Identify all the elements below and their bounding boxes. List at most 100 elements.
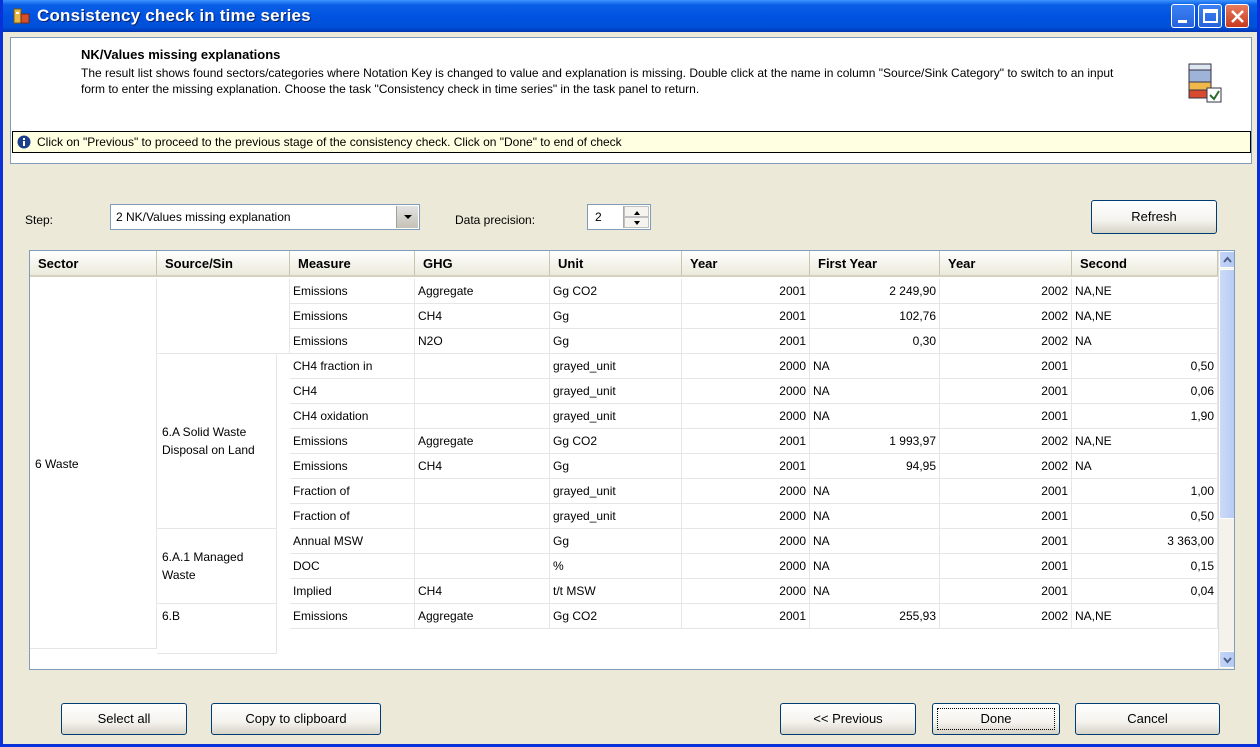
grid-cell: Gg xyxy=(550,454,682,479)
grid-cell: 0,50 xyxy=(1072,504,1218,529)
step-label: Step: xyxy=(25,213,54,227)
dialog-window: Consistency check in time series NK/Valu… xyxy=(0,0,1260,747)
grid-cell: 2001 xyxy=(940,579,1072,604)
grid-cell: 2002 xyxy=(940,279,1072,304)
column-header[interactable]: Second xyxy=(1072,251,1218,277)
grid-cell: Gg xyxy=(550,304,682,329)
grid-cell: 2000 xyxy=(682,529,810,554)
grid-cell: Fraction of xyxy=(290,479,415,504)
grid-cell: Emissions xyxy=(290,279,415,304)
grid-cell: 2001 xyxy=(682,454,810,479)
app-icon xyxy=(13,8,30,24)
grid-cell: 0,04 xyxy=(1072,579,1218,604)
grid-cell: t/t MSW xyxy=(550,579,682,604)
info-icon xyxy=(17,135,31,149)
precision-spin-buttons xyxy=(623,206,649,228)
sector-cell: 6 Waste xyxy=(30,279,157,649)
maximize-icon xyxy=(1203,9,1218,23)
grid-cell: 2000 xyxy=(682,354,810,379)
grid-cell xyxy=(415,404,550,429)
grid-cell xyxy=(415,529,550,554)
done-button[interactable]: Done xyxy=(932,703,1060,735)
column-header[interactable]: Source/Sin xyxy=(157,251,290,277)
info-bar: Click on "Previous" to proceed to the pr… xyxy=(12,131,1251,153)
grid-cell: NA,NE xyxy=(1072,279,1218,304)
spin-down-button[interactable] xyxy=(624,217,649,228)
column-header[interactable]: GHG xyxy=(415,251,550,277)
step-select[interactable]: 2 NK/Values missing explanation xyxy=(110,204,420,230)
scroll-thumb[interactable] xyxy=(1219,269,1234,519)
grid-cell: 2001 xyxy=(940,504,1072,529)
grid-cell: CH4 xyxy=(415,579,550,604)
close-button[interactable] xyxy=(1225,4,1249,28)
column-header[interactable]: Measure xyxy=(290,251,415,277)
vertical-scrollbar[interactable] xyxy=(1218,251,1234,669)
scroll-down-button[interactable] xyxy=(1219,651,1234,668)
grid-cell: 2002 xyxy=(940,329,1072,354)
column-header[interactable]: Year xyxy=(940,251,1072,277)
grid-cell: NA,NE xyxy=(1072,604,1218,629)
source-category-cell xyxy=(157,279,290,354)
grid-cell: 2002 xyxy=(940,304,1072,329)
minimize-icon xyxy=(1178,20,1187,23)
previous-button[interactable]: << Previous xyxy=(780,703,916,735)
caret-down-icon xyxy=(634,221,640,225)
grid-cell xyxy=(415,479,550,504)
step-dropdown-button[interactable] xyxy=(396,206,418,228)
grid-cell: 2000 xyxy=(682,579,810,604)
precision-spinner[interactable]: 2 xyxy=(587,204,651,230)
source-category-cell[interactable]: 6.A Solid Waste Disposal on Land xyxy=(157,354,277,529)
column-header[interactable]: Unit xyxy=(550,251,682,277)
grid-cell: 2001 xyxy=(940,479,1072,504)
header-description: The result list shows found sectors/cate… xyxy=(81,66,1114,96)
scroll-up-button[interactable] xyxy=(1219,251,1234,268)
grid-cell: 2000 xyxy=(682,554,810,579)
title-bar[interactable]: Consistency check in time series xyxy=(3,0,1257,32)
grid-cell: 2002 xyxy=(940,604,1072,629)
grid-cell: Emissions xyxy=(290,604,415,629)
grid-cell: CH4 fraction in xyxy=(290,354,415,379)
grid-cell: Emissions xyxy=(290,329,415,354)
copy-to-clipboard-button[interactable]: Copy to clipboard xyxy=(211,703,381,735)
grid-cell: 2001 xyxy=(682,304,810,329)
refresh-button[interactable]: Refresh xyxy=(1091,200,1217,234)
column-header[interactable]: First Year xyxy=(810,251,940,277)
results-grid[interactable]: Sector Source/Sin Measure GHG Unit Year First … xyxy=(29,250,1235,670)
spin-up-button[interactable] xyxy=(624,206,649,217)
maximize-button[interactable] xyxy=(1198,4,1222,28)
grid-cell: CH4 oxidation xyxy=(290,404,415,429)
grid-cell: NA xyxy=(810,354,940,379)
precision-value: 2 xyxy=(595,210,602,224)
cancel-button[interactable]: Cancel xyxy=(1075,703,1220,735)
grid-cell: 0,50 xyxy=(1072,354,1218,379)
grid-cell: Emissions xyxy=(290,429,415,454)
source-category-cell[interactable]: 6.A.1 Managed Waste xyxy=(157,529,277,604)
grid-cell: grayed_unit xyxy=(550,379,682,404)
grid-cell: 94,95 xyxy=(810,454,940,479)
grid-cell: CH4 xyxy=(415,304,550,329)
grid-cell: 3 363,00 xyxy=(1072,529,1218,554)
grid-cell: 2000 xyxy=(682,479,810,504)
grid-cell: NA xyxy=(1072,454,1218,479)
grid-cell: 2001 xyxy=(940,379,1072,404)
grid-cell: 2001 xyxy=(682,429,810,454)
select-all-button[interactable]: Select all xyxy=(61,703,187,735)
database-check-icon xyxy=(1188,63,1222,103)
grid-cell: CH4 xyxy=(415,454,550,479)
grid-cell xyxy=(415,354,550,379)
grid-cell: 2001 xyxy=(682,279,810,304)
column-header[interactable]: Sector xyxy=(30,251,157,277)
grid-cell: Aggregate xyxy=(415,429,550,454)
grid-cell: grayed_unit xyxy=(550,404,682,429)
grid-cell: Emissions xyxy=(290,454,415,479)
chevron-up-icon xyxy=(1223,256,1232,263)
precision-label: Data precision: xyxy=(455,213,536,227)
grid-cell: 2001 xyxy=(682,329,810,354)
column-header[interactable]: Year xyxy=(682,251,810,277)
source-category-cell[interactable]: 6.B xyxy=(157,604,277,654)
grid-cell: NA xyxy=(810,479,940,504)
grid-cell: 0,15 xyxy=(1072,554,1218,579)
grid-cell: 2000 xyxy=(682,504,810,529)
grid-cell: CH4 xyxy=(290,379,415,404)
minimize-button[interactable] xyxy=(1171,4,1195,28)
